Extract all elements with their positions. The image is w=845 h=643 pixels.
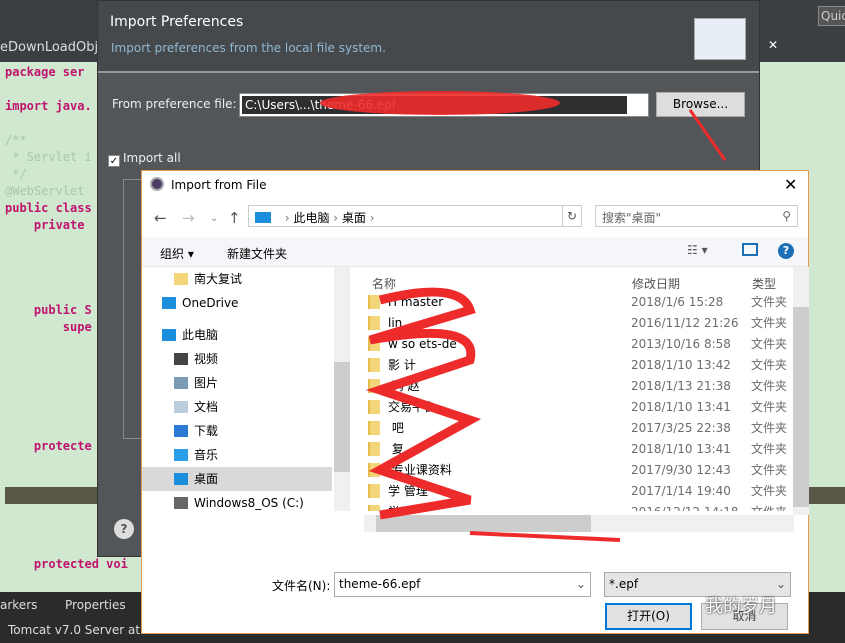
red-annotation-scribbles	[320, 91, 727, 542]
watermark: 我的岁月	[705, 596, 777, 617]
